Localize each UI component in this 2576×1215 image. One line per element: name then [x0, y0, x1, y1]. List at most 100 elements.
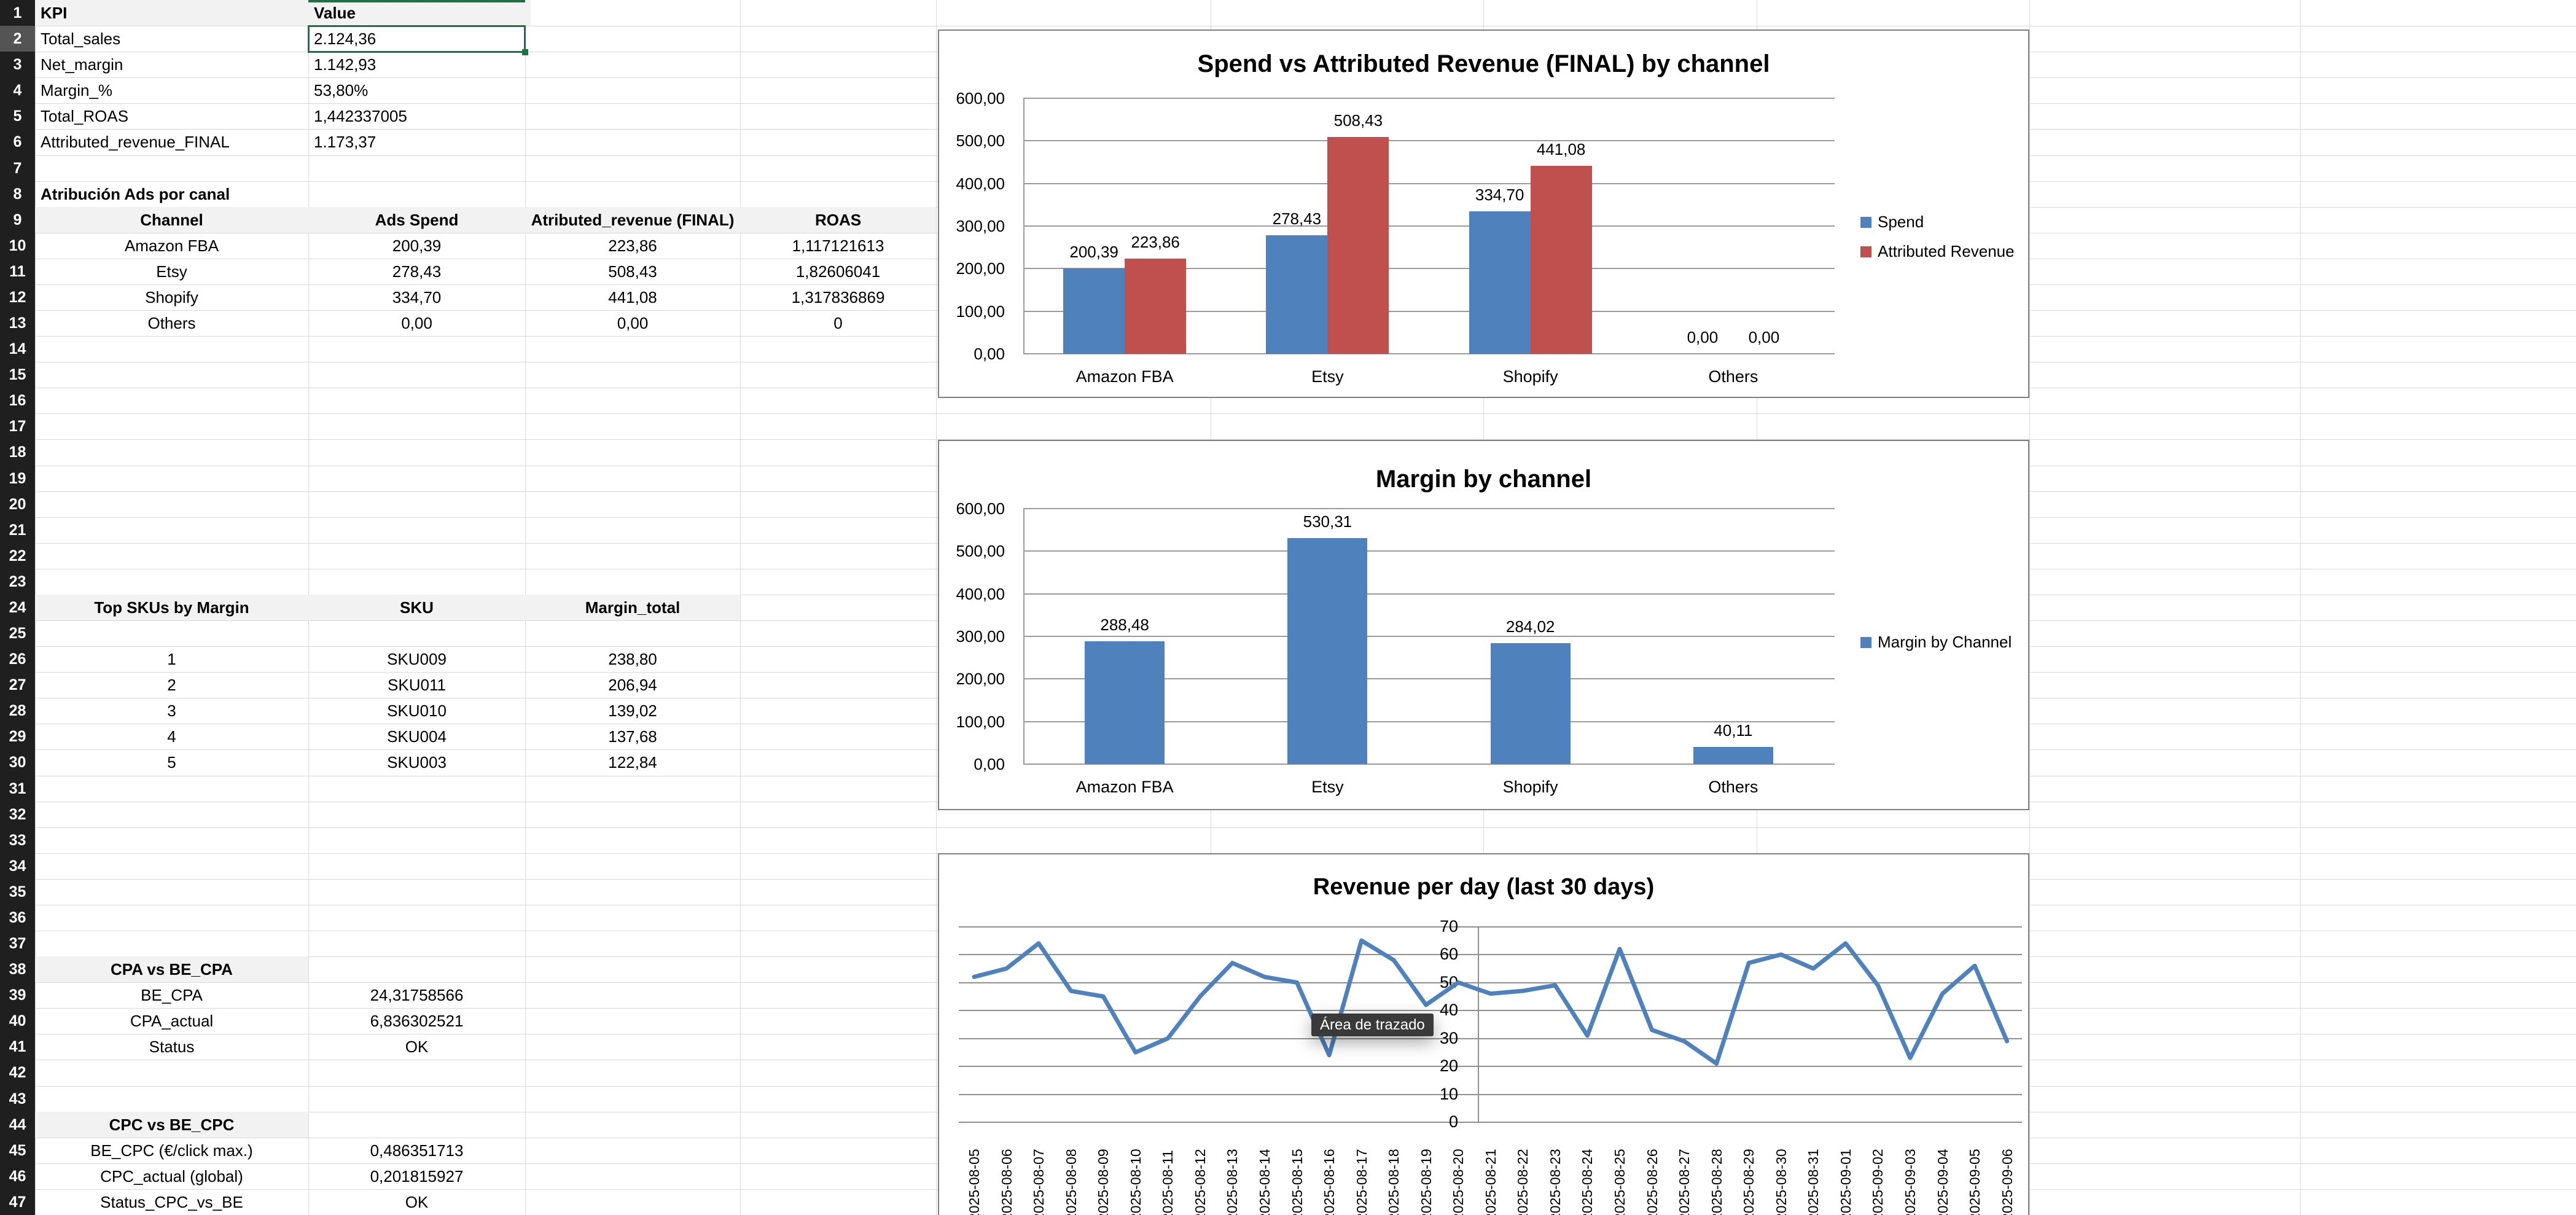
- cell-A30[interactable]: 5: [35, 749, 308, 775]
- row-header-42[interactable]: 42: [0, 1060, 35, 1085]
- cell-C12[interactable]: 441,08: [525, 284, 740, 310]
- row-header-46[interactable]: 46: [0, 1163, 35, 1189]
- cell-C9[interactable]: Atributed_revenue (FINAL): [525, 207, 740, 233]
- cell-C24[interactable]: Margin_total: [525, 595, 740, 620]
- cell-A26[interactable]: 1: [35, 646, 308, 672]
- row-header-6[interactable]: 6: [0, 129, 35, 155]
- cell-A47[interactable]: Status_CPC_vs_BE: [35, 1189, 308, 1215]
- cell-B27[interactable]: SKU011: [308, 672, 525, 698]
- cell-A44[interactable]: CPC vs BE_CPC: [35, 1112, 308, 1138]
- row-header-27[interactable]: 27: [0, 672, 35, 698]
- cell-B30[interactable]: SKU003: [308, 749, 525, 775]
- chart-revenue-per-day[interactable]: Revenue per day (last 30 days) 010203040…: [938, 853, 2029, 1215]
- cell-A28[interactable]: 3: [35, 698, 308, 724]
- cell-D13[interactable]: 0: [740, 310, 936, 336]
- row-header-34[interactable]: 34: [0, 853, 35, 879]
- cell-A13[interactable]: Others: [35, 310, 308, 336]
- row-header-31[interactable]: 31: [0, 776, 35, 802]
- row-header-43[interactable]: 43: [0, 1086, 35, 1112]
- cell-B45[interactable]: 0,486351713: [308, 1138, 525, 1163]
- row-header-26[interactable]: 26: [0, 646, 35, 672]
- cell-C26[interactable]: 238,80: [525, 646, 740, 672]
- row-header-22[interactable]: 22: [0, 543, 35, 569]
- row-header-7[interactable]: 7: [0, 155, 35, 181]
- row-header-5[interactable]: 5: [0, 103, 35, 129]
- row-header-12[interactable]: 12: [0, 284, 35, 310]
- cell-C11[interactable]: 508,43: [525, 259, 740, 284]
- cell-B47[interactable]: OK: [308, 1189, 525, 1215]
- row-header-1[interactable]: 1: [0, 0, 35, 26]
- cell-A4[interactable]: Margin_%: [35, 77, 314, 103]
- row-header-36[interactable]: 36: [0, 905, 35, 931]
- row-header-column[interactable]: 1234567891011121314151617181920212223242…: [0, 0, 35, 1215]
- row-header-24[interactable]: 24: [0, 595, 35, 620]
- cell-A29[interactable]: 4: [35, 724, 308, 749]
- cell-B28[interactable]: SKU010: [308, 698, 525, 724]
- cell-A3[interactable]: Net_margin: [35, 52, 314, 77]
- selected-cell-outline[interactable]: [308, 25, 526, 53]
- cell-B11[interactable]: 278,43: [308, 259, 525, 284]
- cell-A38[interactable]: CPA vs BE_CPA: [35, 956, 308, 982]
- cell-A6[interactable]: Attributed_revenue_FINAL: [35, 129, 314, 155]
- cell-B9[interactable]: Ads Spend: [308, 207, 525, 233]
- row-header-23[interactable]: 23: [0, 569, 35, 595]
- legend-item-attributed-revenue[interactable]: Attributed Revenue: [1860, 242, 2015, 261]
- row-header-32[interactable]: 32: [0, 802, 35, 827]
- row-header-37[interactable]: 37: [0, 931, 35, 956]
- cell-D9[interactable]: ROAS: [740, 207, 936, 233]
- cell-A39[interactable]: BE_CPA: [35, 982, 308, 1008]
- legend-item-margin-by-channel[interactable]: Margin by Channel: [1860, 633, 2012, 652]
- cell-B12[interactable]: 334,70: [308, 284, 525, 310]
- row-header-44[interactable]: 44: [0, 1112, 35, 1138]
- row-header-8[interactable]: 8: [0, 181, 35, 207]
- cell-A5[interactable]: Total_ROAS: [35, 103, 314, 129]
- cell-B6[interactable]: 1.173,37: [308, 129, 531, 155]
- cell-A10[interactable]: Amazon FBA: [35, 233, 308, 259]
- cell-C28[interactable]: 139,02: [525, 698, 740, 724]
- cell-C29[interactable]: 137,68: [525, 724, 740, 749]
- row-header-3[interactable]: 3: [0, 52, 35, 77]
- cell-B24[interactable]: SKU: [308, 595, 525, 620]
- row-header-11[interactable]: 11: [0, 259, 35, 284]
- cell-D10[interactable]: 1,117121613: [740, 233, 936, 259]
- cell-C13[interactable]: 0,00: [525, 310, 740, 336]
- row-header-19[interactable]: 19: [0, 466, 35, 491]
- cell-C30[interactable]: 122,84: [525, 749, 740, 775]
- row-header-45[interactable]: 45: [0, 1138, 35, 1163]
- cell-B39[interactable]: 24,31758566: [308, 982, 525, 1008]
- cell-C10[interactable]: 223,86: [525, 233, 740, 259]
- row-header-30[interactable]: 30: [0, 749, 35, 775]
- cell-A24[interactable]: Top SKUs by Margin: [35, 595, 308, 620]
- cell-A8[interactable]: Atribución Ads por canal: [35, 181, 314, 207]
- row-header-39[interactable]: 39: [0, 982, 35, 1008]
- cell-B13[interactable]: 0,00: [308, 310, 525, 336]
- row-header-4[interactable]: 4: [0, 77, 35, 103]
- row-header-20[interactable]: 20: [0, 491, 35, 517]
- row-header-33[interactable]: 33: [0, 827, 35, 853]
- row-header-35[interactable]: 35: [0, 879, 35, 905]
- cell-A41[interactable]: Status: [35, 1034, 308, 1060]
- chart-spend-vs-attributed-revenue[interactable]: Spend vs Attributed Revenue (FINAL) by c…: [938, 29, 2029, 398]
- row-header-18[interactable]: 18: [0, 439, 35, 465]
- row-header-25[interactable]: 25: [0, 620, 35, 646]
- cell-B46[interactable]: 0,201815927: [308, 1163, 525, 1189]
- cell-A46[interactable]: CPC_actual (global): [35, 1163, 308, 1189]
- cell-A40[interactable]: CPA_actual: [35, 1008, 308, 1034]
- row-header-47[interactable]: 47: [0, 1189, 35, 1215]
- row-header-29[interactable]: 29: [0, 724, 35, 749]
- row-header-28[interactable]: 28: [0, 698, 35, 724]
- cell-A2[interactable]: Total_sales: [35, 26, 314, 52]
- cell-D12[interactable]: 1,317836869: [740, 284, 936, 310]
- cell-B10[interactable]: 200,39: [308, 233, 525, 259]
- cell-D11[interactable]: 1,82606041: [740, 259, 936, 284]
- cell-A11[interactable]: Etsy: [35, 259, 308, 284]
- row-header-40[interactable]: 40: [0, 1008, 35, 1034]
- cell-A1[interactable]: KPI: [35, 0, 314, 26]
- row-header-16[interactable]: 16: [0, 388, 35, 413]
- row-header-14[interactable]: 14: [0, 336, 35, 362]
- row-header-15[interactable]: 15: [0, 362, 35, 388]
- cell-B4[interactable]: 53,80%: [308, 77, 531, 103]
- cell-A45[interactable]: BE_CPC (€/click max.): [35, 1138, 308, 1163]
- cell-B29[interactable]: SKU004: [308, 724, 525, 749]
- cell-B40[interactable]: 6,836302521: [308, 1008, 525, 1034]
